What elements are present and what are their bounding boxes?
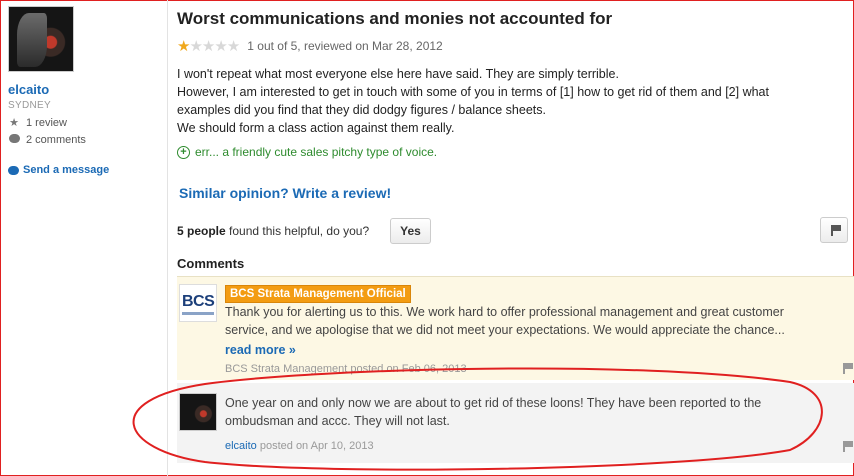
rating-text: 1 out of 5, reviewed on Mar 28, 2012 (247, 39, 443, 53)
official-badge: BCS Strata Management Official (225, 285, 411, 303)
send-message-link[interactable]: Send a message (8, 164, 158, 176)
comment-date: posted on Feb 06, 2013 (350, 363, 467, 375)
plus-circle-icon: + (177, 145, 190, 159)
star-empty-icon: ★ (226, 38, 240, 55)
comment-meta: elcaito posted on Apr 10, 2013 (225, 440, 374, 452)
helpful-count: 5 people (177, 224, 226, 238)
commenter-avatar[interactable] (179, 393, 217, 431)
comment-content: One year on and only now we are about to… (225, 394, 825, 430)
review-main: Worst communications and monies not acco… (167, 0, 854, 476)
write-review-link[interactable]: Similar opinion? Write a review! (179, 185, 391, 201)
read-more-link[interactable]: read more » (225, 341, 825, 359)
star-empty-icon: ★ (189, 38, 202, 55)
comment-meta: BCS Strata Management posted on Feb 06, … (225, 363, 467, 375)
flag-icon (843, 441, 853, 452)
company-logo-text: BCS (182, 293, 215, 310)
message-icon (8, 165, 19, 175)
comment-count-label: 2 comments (26, 134, 86, 146)
comment-author: BCS Strata Management (225, 363, 348, 375)
comment-item: BCS BCS Strata Management Official Thank… (177, 276, 854, 380)
review-rating: ★★★★★ 1 out of 5, reviewed on Mar 28, 20… (177, 37, 443, 55)
comment-item: One year on and only now we are about to… (177, 383, 854, 463)
comment-icon (8, 134, 20, 146)
star-filled-icon: ★ (177, 38, 190, 55)
rating-stars: ★★★★★ (177, 37, 240, 55)
comment-content: BCS Strata Management Official Thank you… (225, 284, 825, 359)
review-title: Worst communications and monies not acco… (177, 9, 613, 28)
review-paragraph: However, I am interested to get in touch… (177, 85, 769, 117)
comments-heading: Comments (177, 256, 245, 271)
comment-date: posted on Apr 10, 2013 (259, 440, 374, 452)
comment-count: 2 comments (8, 134, 158, 146)
reviewer-avatar[interactable] (8, 6, 74, 72)
review-count: ★ 1 review (8, 116, 158, 130)
company-logo: BCS (179, 284, 217, 322)
expand-more[interactable]: + err... a friendly cute sales pitchy ty… (177, 145, 437, 159)
helpful-yes-button[interactable]: Yes (390, 218, 431, 244)
reviewer-location: SYDNEY (8, 100, 51, 111)
helpful-text: 5 people found this helpful, do you? (177, 224, 369, 238)
review-paragraph: I won't repeat what most everyone else h… (177, 67, 619, 81)
flag-icon (843, 363, 853, 374)
report-button[interactable] (820, 217, 848, 243)
flag-icon (831, 225, 841, 236)
comment-author-link[interactable]: elcaito (225, 440, 257, 452)
comment-text: Thank you for alerting us to this. We wo… (225, 305, 785, 337)
star-icon: ★ (9, 117, 19, 129)
reviewer-name-link[interactable]: elcaito (8, 82, 158, 97)
review-count-label: 1 review (26, 116, 67, 129)
helpful-question: found this helpful, do you? (229, 224, 370, 238)
review-body: I won't repeat what most everyone else h… (177, 65, 817, 137)
reviewer-panel: elcaito SYDNEY ★ 1 review 2 comments Sen… (8, 6, 158, 176)
star-empty-icon: ★ (201, 38, 215, 55)
comment-text: One year on and only now we are about to… (225, 396, 762, 428)
review-paragraph: We should form a class action against th… (177, 121, 455, 135)
expand-text: err... a friendly cute sales pitchy type… (195, 145, 438, 159)
star-empty-icon: ★ (214, 38, 227, 55)
send-message-label: Send a message (23, 164, 110, 176)
